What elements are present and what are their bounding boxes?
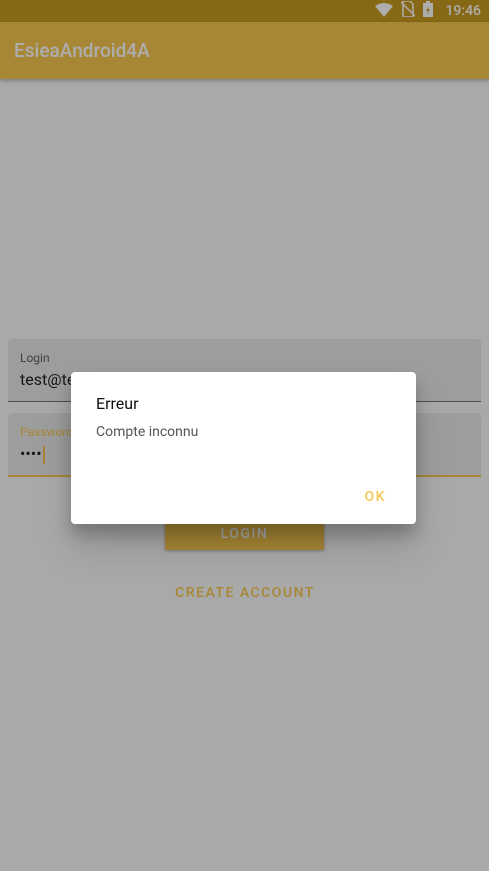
dialog-ok-button[interactable]: OK [365,489,387,505]
error-dialog: Erreur Compte inconnu OK [71,372,416,524]
dialog-message: Compte inconnu [96,424,199,440]
dialog-title: Erreur [96,394,139,413]
